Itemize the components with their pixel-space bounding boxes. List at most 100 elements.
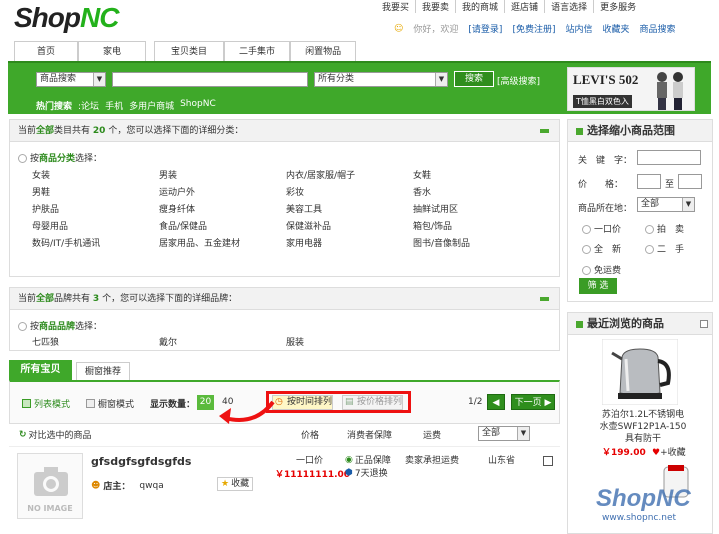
shopnc-logo[interactable]: ShopNC — [14, 2, 119, 34]
guarantee-return[interactable]: ⬢ 7天退换 — [345, 466, 388, 480]
location-select[interactable]: 全部 ▼ — [637, 197, 695, 212]
window-mode-label: 橱窗模式 — [98, 400, 135, 410]
window-mode-button[interactable]: 橱窗模式 — [86, 397, 134, 410]
top-link-language[interactable]: 语言选择 — [545, 0, 595, 13]
search-input[interactable] — [112, 72, 308, 87]
prev-page-button[interactable]: ◀ — [487, 394, 505, 410]
option-new[interactable]: 全 新 — [582, 242, 621, 255]
category-item[interactable]: 母婴用品 — [32, 219, 68, 232]
filter-button[interactable]: 筛 选 — [579, 278, 617, 294]
hot-item-multiuser[interactable]: 多用户商城 — [129, 99, 174, 112]
category-item[interactable]: 家用电器 — [286, 236, 322, 249]
cat-prefix: 当前 — [18, 126, 37, 136]
compare-checkbox[interactable] — [543, 456, 553, 466]
brand-panel-header: 当前全部品牌共有 3 个，您可以选择下面的详细品牌： — [10, 288, 559, 310]
shop-name[interactable]: qwqa — [139, 481, 163, 491]
category-item[interactable]: 美容工具 — [286, 202, 322, 215]
register-link[interactable]: [免费注册] — [512, 22, 555, 35]
col-shipping[interactable]: 运费 — [423, 428, 441, 441]
expand-icon[interactable] — [700, 320, 708, 328]
messages-link[interactable]: 站内信 — [565, 22, 592, 35]
brand-item[interactable]: 戴尔 — [159, 335, 177, 348]
recent-product-name[interactable]: 苏泊尔1.2L不锈钢电水壶SWF12P1A-150 具有防干 — [598, 409, 696, 445]
nav-tab-idle[interactable]: 闲置物品 — [290, 41, 357, 61]
category-item[interactable]: 内衣/居家服/帽子 — [286, 168, 355, 181]
category-item[interactable]: 女装 — [32, 168, 50, 181]
brand-all[interactable]: 全部 — [36, 294, 54, 304]
location-label: 商品所在地： — [578, 204, 633, 214]
tab-all-products[interactable]: 所有宝贝 — [9, 360, 72, 380]
search-type-select[interactable]: 商品搜索 ▼ — [36, 72, 106, 87]
brand-item[interactable]: 服装 — [286, 335, 304, 348]
cat-all[interactable]: 全部 — [36, 126, 54, 136]
category-item[interactable]: 居家用品、五金建材 — [159, 236, 240, 249]
nav-tab-appliances[interactable]: 家电 — [78, 41, 147, 61]
category-item[interactable]: 图书/音像制品 — [413, 236, 470, 249]
category-item[interactable]: 数码/IT/手机通讯 — [32, 236, 100, 249]
tab-window-recommend[interactable]: 橱窗推荐 — [76, 362, 130, 380]
product-title[interactable]: gfsdgfsgfdsgfds — [91, 455, 191, 468]
no-image-label: NO IMAGE — [27, 504, 73, 513]
login-link[interactable]: [请登录] — [468, 22, 502, 35]
top-link-buy[interactable]: 我要买 — [376, 0, 417, 13]
product-search-link[interactable]: 商品搜索 — [640, 22, 676, 35]
count-20-button[interactable]: 20 — [197, 395, 214, 410]
compare-button[interactable]: ↻ 对比选中的商品 — [19, 428, 92, 442]
sort-time-button[interactable]: ◷ 按时间排列 — [272, 395, 334, 410]
price-max-input[interactable] — [678, 174, 702, 189]
collapse-icon[interactable] — [540, 297, 549, 301]
nav-tab-home[interactable]: 首页 — [14, 41, 79, 61]
category-item[interactable]: 男装 — [159, 168, 177, 181]
top-link-shops[interactable]: 逛店铺 — [505, 0, 546, 13]
option-auction[interactable]: 拍 卖 — [645, 222, 684, 235]
top-link-my-mall[interactable]: 我的商城 — [456, 0, 506, 13]
cat-choose-key: 商品分类 — [39, 154, 76, 164]
location-filter-value: 全部 — [482, 428, 501, 438]
category-item[interactable]: 男鞋 — [32, 185, 50, 198]
option-fixed-price[interactable]: 一口价 — [582, 222, 621, 235]
hot-item-forum[interactable]: :论坛 — [78, 99, 99, 112]
location-filter-select[interactable]: 全部 ▼ — [478, 426, 530, 441]
sort-price-button[interactable]: ▤ 按价格排列 — [342, 395, 404, 410]
hot-item-phone[interactable]: 手机 — [105, 99, 123, 112]
next-page-button[interactable]: 下一页 ▶ — [511, 394, 555, 410]
nav-tab-secondhand[interactable]: 二手集市 — [224, 41, 291, 61]
collapse-icon[interactable] — [540, 129, 549, 133]
category-item[interactable]: 护肤品 — [32, 202, 59, 215]
keyword-input[interactable] — [637, 150, 701, 165]
promo-banner[interactable]: LEVI'S 502 T恤黑白双色入 — [567, 67, 695, 111]
brand-item[interactable]: 七匹狼 — [32, 335, 59, 348]
price-min-input[interactable] — [637, 174, 661, 189]
category-item[interactable]: 食品/保健品 — [159, 219, 207, 232]
col-guarantee[interactable]: 消费者保障 — [347, 428, 392, 441]
advanced-search-link[interactable]: [高级搜索] — [497, 74, 540, 87]
col-price[interactable]: 价格 — [301, 428, 319, 441]
guarantee-genuine[interactable]: ◉ 正品保障 — [345, 453, 391, 467]
category-item[interactable]: 保健滋补品 — [286, 219, 331, 232]
list-mode-button[interactable]: 列表模式 — [22, 397, 70, 410]
favorite-button[interactable]: ★ 收藏 — [217, 477, 254, 491]
option-used[interactable]: 二 手 — [645, 242, 684, 255]
category-item[interactable]: 女鞋 — [413, 168, 431, 181]
category-item[interactable]: 运动户外 — [159, 185, 195, 198]
search-button[interactable]: 搜索 — [454, 71, 494, 87]
option-free-shipping[interactable]: 免运费 — [582, 263, 621, 276]
favorites-link[interactable]: 收藏夹 — [602, 22, 629, 35]
top-link-sell[interactable]: 我要卖 — [416, 0, 457, 13]
banner-subtitle: T恤黑白双色入 — [573, 95, 632, 108]
recent-fav-link[interactable]: ♥+收藏 — [652, 445, 686, 458]
category-item[interactable]: 彩妆 — [286, 185, 304, 198]
category-item[interactable]: 香水 — [413, 185, 431, 198]
hot-item-shopnc[interactable]: ShopNC — [180, 99, 216, 112]
top-link-more[interactable]: 更多服务 — [594, 0, 642, 13]
kettle-image[interactable] — [602, 339, 678, 405]
product-thumbnail[interactable]: NO IMAGE — [17, 453, 83, 519]
category-select[interactable]: 所有分类 ▼ — [314, 72, 448, 87]
category-item[interactable]: 抽鲜试用区 — [413, 202, 458, 215]
grid-icon — [86, 399, 95, 408]
nav-tab-categories[interactable]: 宝贝类目 — [154, 41, 225, 61]
option-label: 二 手 — [657, 245, 685, 255]
category-item[interactable]: 箱包/饰品 — [413, 219, 452, 232]
category-item[interactable]: 瘦身纤体 — [159, 202, 195, 215]
badge-7-icon: ⬢ — [345, 467, 353, 478]
